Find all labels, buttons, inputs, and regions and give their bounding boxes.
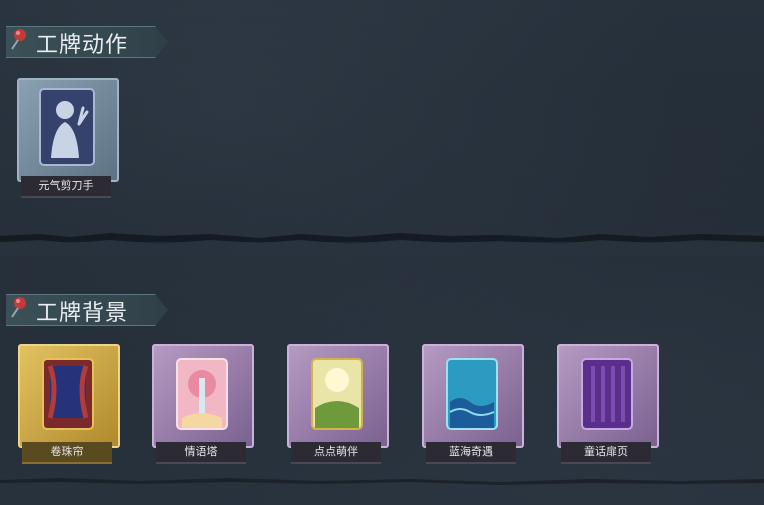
- card-label: 点点萌伴: [291, 442, 381, 464]
- card-label: 卷珠帘: [22, 442, 112, 464]
- section-title: 工牌动作: [36, 33, 129, 58]
- card-label: 元气剪刀手: [21, 176, 111, 198]
- meadow-companion-card-icon: [311, 358, 363, 430]
- card-item[interactable]: 童话扉页: [557, 344, 659, 464]
- card-item[interactable]: 情语塔: [152, 344, 254, 464]
- torn-divider-bottom: [0, 478, 764, 485]
- card-item[interactable]: 点点萌伴: [287, 344, 389, 464]
- pin-icon: [11, 29, 26, 50]
- card-item[interactable]: 元气剪刀手: [17, 78, 119, 198]
- card-item[interactable]: 卷珠帘: [18, 344, 120, 464]
- card-label: 蓝海奇遇: [426, 442, 516, 464]
- card-label: 情语塔: [156, 442, 246, 464]
- card-item[interactable]: 蓝海奇遇: [422, 344, 524, 464]
- fairytale-page-card-icon: [581, 358, 633, 430]
- scissor-hand-silhouette-card-icon: [39, 88, 95, 166]
- torn-divider: [0, 233, 764, 256]
- blue-sea-card-icon: [446, 358, 498, 430]
- card-label: 童话扉页: [561, 442, 651, 464]
- curtain-card-icon: [42, 358, 94, 430]
- pin-icon: [11, 297, 26, 318]
- romance-tower-card-icon: [176, 358, 228, 430]
- section-title: 工牌背景: [36, 301, 129, 326]
